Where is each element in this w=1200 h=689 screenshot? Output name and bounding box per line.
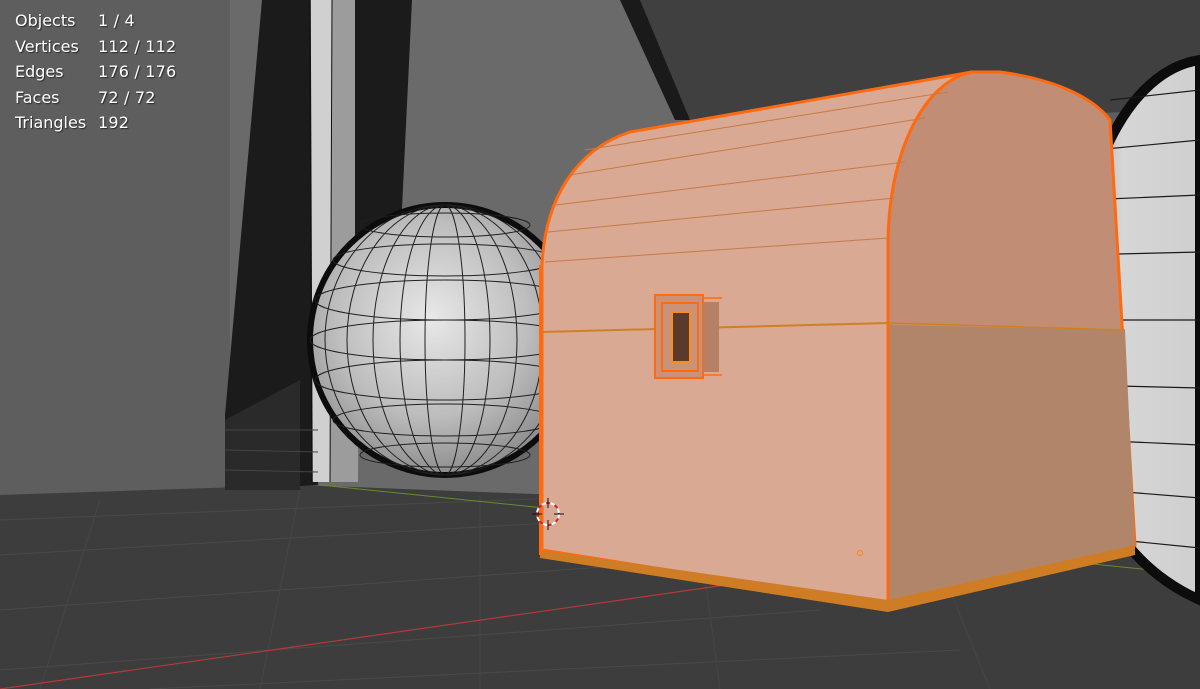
- stat-value: 176 / 176: [98, 62, 177, 81]
- statistics-overlay: Objects 1 / 4 Vertices 112 / 112 Edges 1…: [15, 8, 176, 136]
- stat-label: Vertices: [15, 36, 79, 56]
- stat-value: 72 / 72: [98, 87, 156, 107]
- stat-value: 112 / 112: [98, 36, 177, 56]
- stat-value: 1 / 4: [98, 11, 135, 30]
- treasure-chest-object[interactable]: [539, 70, 1137, 612]
- stat-vertices: Vertices 112 / 112: [15, 34, 176, 60]
- chest-lock[interactable]: [654, 294, 722, 379]
- stat-label: Faces: [15, 87, 60, 107]
- stat-edges: Edges 176 / 176: [15, 59, 176, 85]
- stat-value: 192: [98, 113, 130, 132]
- 3d-viewport[interactable]: Objects 1 / 4 Vertices 112 / 112 Edges 1…: [0, 0, 1200, 689]
- scene-render[interactable]: [0, 0, 1200, 689]
- stat-faces: Faces 72 / 72: [15, 85, 176, 111]
- stat-label: Objects: [15, 11, 76, 30]
- stat-label: Edges: [15, 62, 64, 81]
- stat-label: Triangles: [15, 113, 87, 132]
- stat-objects: Objects 1 / 4: [15, 8, 176, 34]
- stat-triangles: Triangles 192: [15, 110, 176, 136]
